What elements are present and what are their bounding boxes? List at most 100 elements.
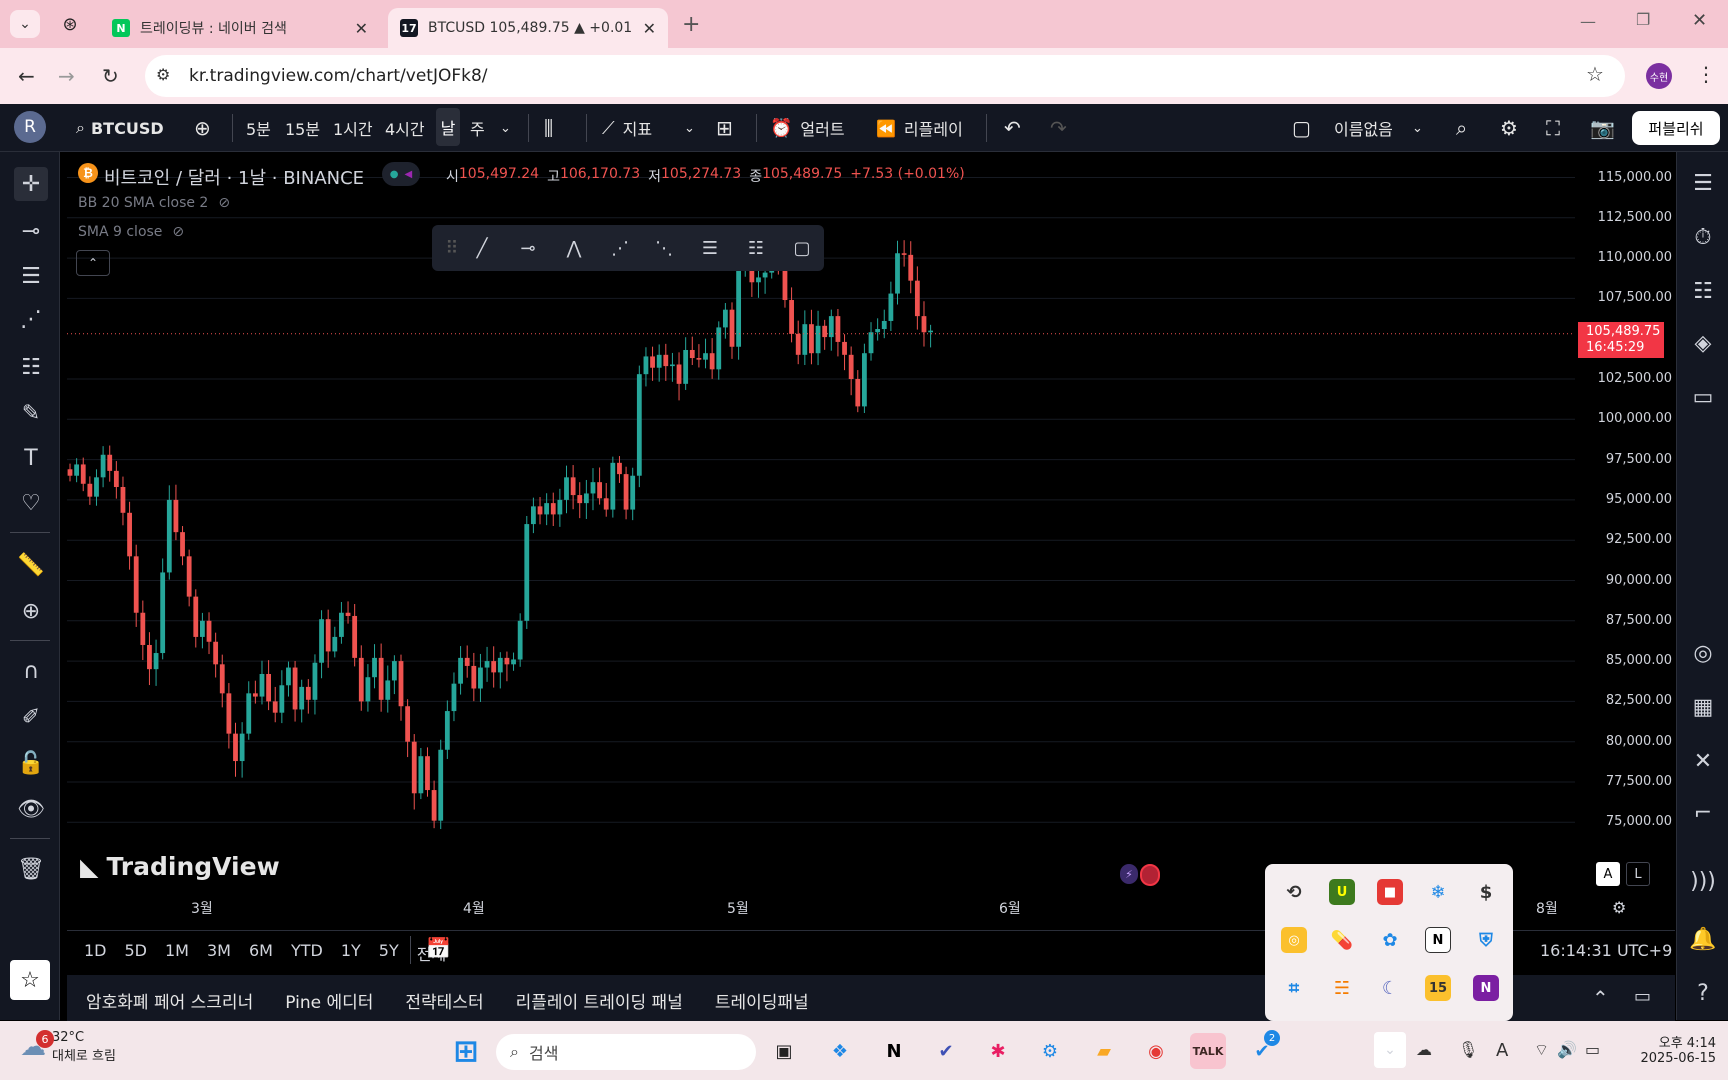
- interval-1w[interactable]: 주: [470, 104, 485, 152]
- forecast-icon[interactable]: ☷: [14, 350, 48, 384]
- maximize-panel-icon[interactable]: ▭: [1634, 986, 1651, 1007]
- layout-dropdown-icon[interactable]: ⌄: [1412, 104, 1423, 152]
- heart-icon[interactable]: ♡: [14, 486, 48, 520]
- indicators-button[interactable]: ⟋ 지표: [602, 104, 652, 152]
- line-tool-icon[interactable]: ╱: [466, 233, 498, 263]
- range-1d[interactable]: 1D: [84, 941, 107, 965]
- interval-1d[interactable]: 날: [436, 108, 460, 146]
- magnet-icon[interactable]: ∩: [14, 654, 48, 688]
- hidden-eye-icon[interactable]: ⊘: [172, 224, 184, 240]
- bug-icon[interactable]: ✿: [1377, 927, 1403, 953]
- taskbar-search[interactable]: ⌕ 검색: [496, 1034, 756, 1070]
- help-icon[interactable]: ?: [1686, 976, 1720, 1010]
- tab-trading-panel[interactable]: 트레이딩패널: [715, 988, 809, 1013]
- tab-replay-trading[interactable]: 리플레이 트레이딩 패널: [516, 988, 683, 1013]
- wallet-icon[interactable]: ☵: [1329, 975, 1355, 1001]
- browser-menu-icon[interactable]: ⋮: [1696, 62, 1716, 86]
- text-icon[interactable]: T: [14, 441, 48, 475]
- notion-icon[interactable]: N: [876, 1033, 912, 1069]
- clock-timezone[interactable]: 16:14:31 UTC+9: [1540, 941, 1672, 960]
- tab-search-icon[interactable]: ⌄: [10, 10, 40, 38]
- tray-chevron-icon[interactable]: ⌄: [1374, 1032, 1406, 1068]
- chat-icon[interactable]: ▭: [1686, 380, 1720, 414]
- interval-dropdown-icon[interactable]: ⌄: [500, 104, 511, 152]
- u-app-icon[interactable]: U: [1329, 879, 1355, 905]
- user-avatar[interactable]: R: [14, 111, 46, 143]
- trash-icon[interactable]: 🗑: [14, 852, 48, 886]
- lock-drawing-icon[interactable]: ✐: [14, 700, 48, 734]
- rectangle-tool-icon[interactable]: ▢: [786, 233, 818, 263]
- scale-settings-icon[interactable]: ⚙: [1612, 898, 1626, 917]
- indicator-sma[interactable]: SMA 9 close ⊘: [78, 224, 184, 240]
- shield-icon[interactable]: ⛨: [1473, 927, 1499, 953]
- fib-levels-icon[interactable]: ☰: [694, 233, 726, 263]
- interval-4h[interactable]: 4시간: [385, 104, 425, 152]
- fullscreen-icon[interactable]: ⛶: [1546, 104, 1560, 152]
- range-ytd[interactable]: YTD: [291, 941, 323, 965]
- trade-icon[interactable]: ✕: [1686, 744, 1720, 778]
- tab-pine-editor[interactable]: Pine 에디터: [285, 988, 373, 1013]
- head-shoulders-icon[interactable]: ⋀: [558, 233, 590, 263]
- close-window-icon[interactable]: ✕: [1692, 10, 1707, 31]
- onedrive-icon[interactable]: ☁: [1416, 1040, 1432, 1059]
- site-info-icon[interactable]: ⚙: [156, 65, 170, 84]
- horizontal-ray-icon[interactable]: ⊸: [512, 233, 544, 263]
- range-1m[interactable]: 1M: [165, 941, 189, 965]
- pine-icon[interactable]: ⌐: [1686, 796, 1720, 830]
- trend-line-icon[interactable]: ⊸: [14, 214, 48, 248]
- range-3m[interactable]: 3M: [207, 941, 231, 965]
- crop-icon[interactable]: ⌗: [1281, 975, 1307, 1001]
- chatgpt-tab-icon[interactable]: ⊛: [58, 12, 82, 36]
- close-tab-icon[interactable]: ✕: [643, 19, 656, 38]
- eye-icon[interactable]: 👁: [14, 792, 48, 826]
- weather-widget[interactable]: ☁ 32°C 대체로 흐림: [20, 1030, 116, 1064]
- pattern-icon[interactable]: ⋰: [14, 302, 48, 336]
- range-5d[interactable]: 5D: [125, 941, 148, 965]
- todo-check-icon[interactable]: ✔: [928, 1033, 964, 1069]
- chrome-icon[interactable]: ◉: [1138, 1033, 1174, 1069]
- copilot-icon[interactable]: ❖: [822, 1033, 858, 1069]
- minimize-icon[interactable]: —: [1580, 12, 1596, 31]
- economic-events[interactable]: ⚡: [1120, 864, 1160, 888]
- interval-15m[interactable]: 15분: [285, 104, 320, 152]
- indicators-dropdown-icon[interactable]: ⌄: [684, 104, 695, 152]
- price-chart[interactable]: [67, 152, 1675, 922]
- lock-icon[interactable]: 🔓: [14, 746, 48, 780]
- symbol-title[interactable]: 비트코인 / 달러 · 1날 · BINANCE: [104, 164, 364, 190]
- settings-app-icon[interactable]: ⚙: [1032, 1033, 1068, 1069]
- hidden-eye-icon[interactable]: ⊘: [218, 195, 230, 211]
- fib-retracement-icon[interactable]: ☰: [14, 259, 48, 293]
- camera-icon[interactable]: 📷: [1590, 104, 1615, 152]
- symbol-search-button[interactable]: ⌕ BTCUSD: [76, 104, 164, 152]
- ruler-icon[interactable]: 📏: [14, 548, 48, 582]
- interval-5m[interactable]: 5분: [246, 104, 271, 152]
- layout-square-icon[interactable]: ▢: [1292, 104, 1311, 152]
- date-range-icon[interactable]: 📅: [426, 936, 451, 960]
- quick-search-icon[interactable]: ⌕: [1456, 104, 1467, 152]
- elliott-wave-icon[interactable]: ⋰: [604, 233, 636, 263]
- ime-indicator[interactable]: A: [1496, 1040, 1508, 1061]
- range-1y[interactable]: 1Y: [341, 941, 361, 965]
- sync-icon[interactable]: ⟲: [1281, 879, 1307, 905]
- redo-icon[interactable]: ↷: [1050, 104, 1067, 152]
- interval-1h[interactable]: 1시간: [333, 104, 373, 152]
- settings-gear-icon[interactable]: ⚙: [1500, 104, 1518, 152]
- brush-icon[interactable]: ✎: [14, 396, 48, 430]
- file-explorer-icon[interactable]: ▰: [1086, 1033, 1122, 1069]
- kakaotalk-icon[interactable]: TALK: [1190, 1033, 1226, 1069]
- fib-extension-icon[interactable]: ☷: [740, 233, 772, 263]
- slack-icon[interactable]: ✱: [980, 1033, 1016, 1069]
- url-field[interactable]: kr.tradingview.com/chart/vetJOFk8/: [145, 55, 1625, 97]
- watchlist-star-icon[interactable]: ☆: [10, 960, 50, 1000]
- dollar-gear-icon[interactable]: $: [1473, 879, 1499, 905]
- compare-symbol-icon[interactable]: ⊕: [194, 104, 211, 152]
- check-circle-icon[interactable]: ☾: [1377, 975, 1403, 1001]
- calendar-icon[interactable]: ▦: [1686, 690, 1720, 724]
- tab-strategy-tester[interactable]: 전략테스터: [405, 988, 483, 1013]
- tab-naver-search[interactable]: N 트레이딩뷰 : 네이버 검색 ✕: [100, 8, 380, 48]
- red-app-icon[interactable]: ■: [1377, 879, 1403, 905]
- yellow-app-icon[interactable]: ◎: [1281, 927, 1307, 953]
- range-6m[interactable]: 6M: [249, 941, 273, 965]
- pill-icon[interactable]: 💊: [1329, 927, 1355, 953]
- publish-button[interactable]: 퍼블리쉬: [1632, 111, 1720, 145]
